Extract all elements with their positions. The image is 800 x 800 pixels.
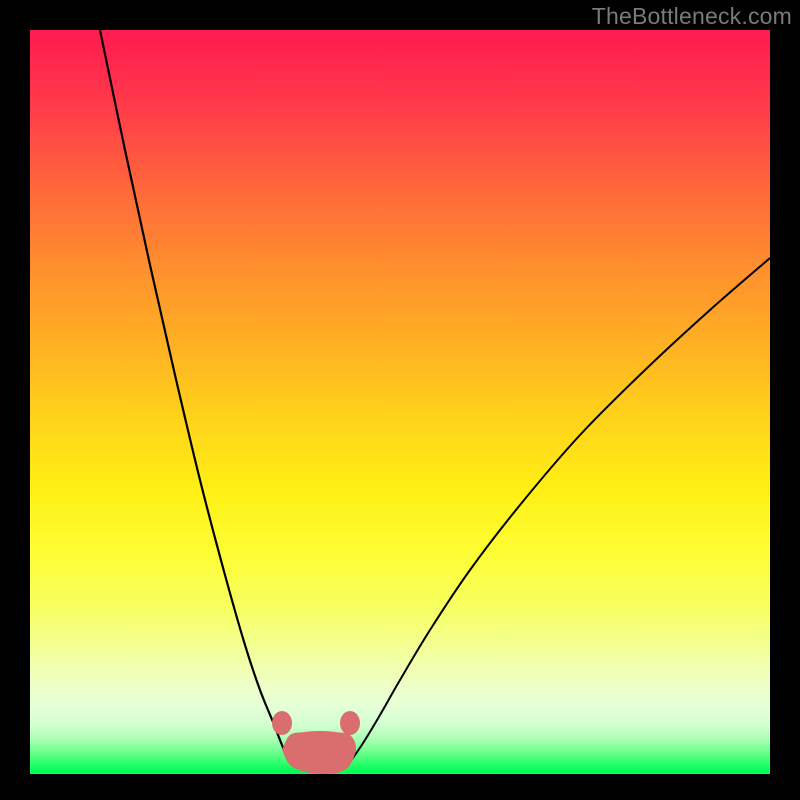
left-oval [272, 711, 292, 735]
left-curve [100, 30, 294, 765]
plot-area [30, 30, 770, 774]
valley-blob [282, 731, 356, 774]
chart-stage: TheBottleneck.com [0, 0, 800, 800]
chart-svg [30, 30, 770, 774]
right-oval [340, 711, 360, 735]
right-curve [348, 258, 770, 765]
watermark-text: TheBottleneck.com [592, 3, 792, 30]
